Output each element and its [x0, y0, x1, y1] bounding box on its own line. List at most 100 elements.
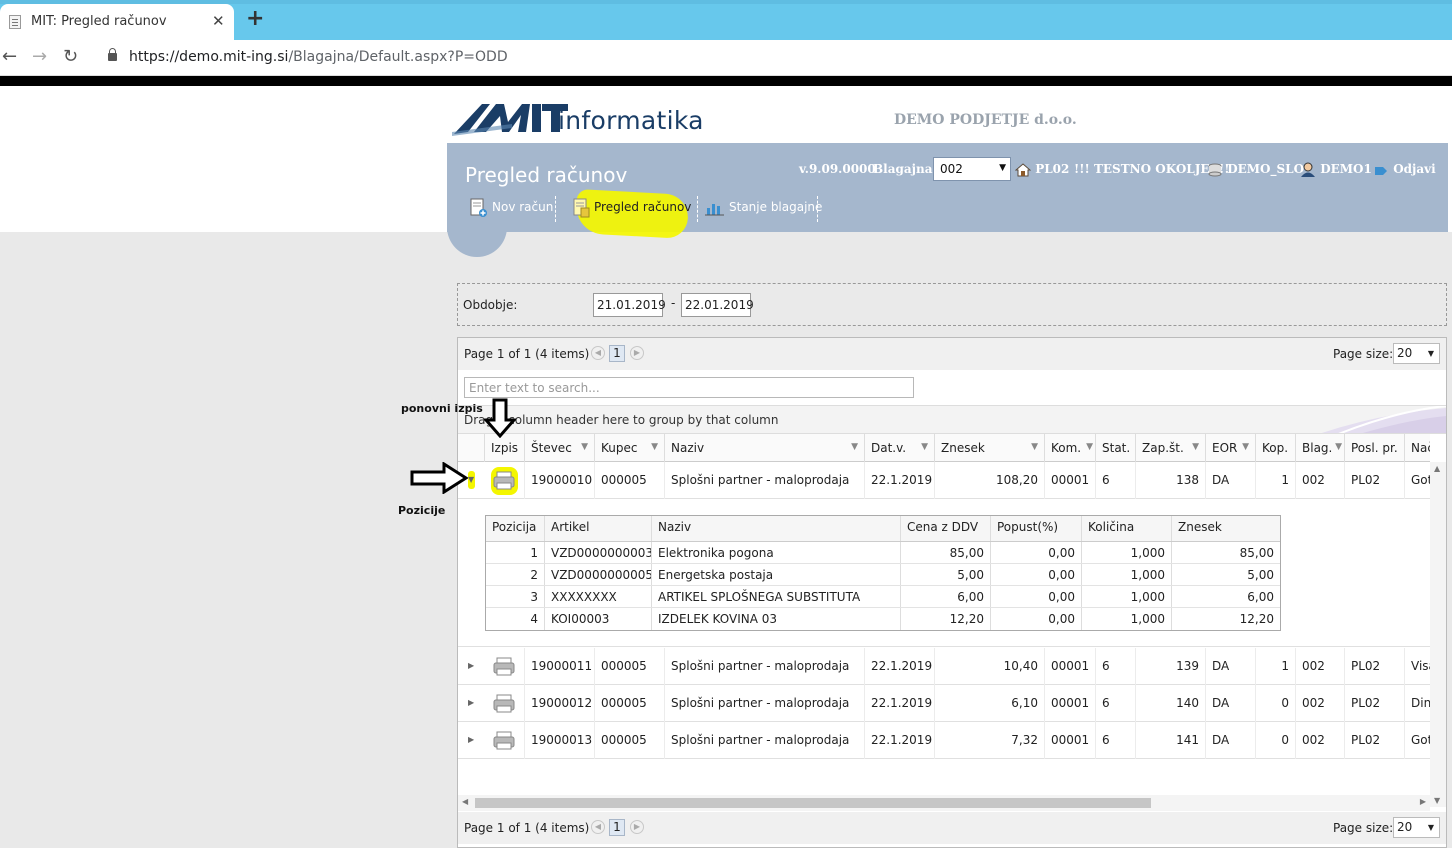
filter-icon[interactable]: ▼ [651, 442, 658, 452]
column-header[interactable]: Posl. pr. [1344, 434, 1404, 462]
subgrid-column-header[interactable]: Naziv [651, 516, 900, 541]
cell-stat: 6 [1095, 722, 1135, 759]
next-page-icon[interactable]: ▶ [630, 820, 644, 834]
forward-arrow-icon[interactable]: → [32, 46, 47, 67]
pager-info: Page 1 of 1 (4 items) [464, 347, 590, 361]
prev-page-icon[interactable]: ◀ [591, 820, 605, 834]
register-select[interactable]: 002 ▼ [933, 157, 1011, 181]
print-icon[interactable] [493, 471, 515, 490]
column-header[interactable]: Kom. ▼ [1044, 434, 1095, 462]
filter-icon[interactable]: ▼ [851, 442, 858, 452]
scroll-right-icon[interactable]: ▶ [1420, 797, 1426, 806]
filter-icon[interactable]: ▼ [1192, 442, 1199, 452]
logout-link[interactable]: Odjavi [1373, 162, 1436, 177]
print-icon[interactable] [493, 657, 515, 676]
browser-tab[interactable]: MIT: Pregled računov ✕ [0, 4, 234, 40]
horizontal-scrollbar[interactable]: ◀ ▶ [458, 795, 1430, 811]
subgrid-column-header[interactable]: Artikel [544, 516, 651, 541]
date-to-input[interactable]: 22.01.2019 [681, 293, 754, 317]
column-header-label: Kupec [601, 441, 638, 455]
column-header[interactable]: Naziv ▼ [664, 434, 864, 462]
logo-text: informatika [558, 106, 704, 135]
scroll-left-icon[interactable]: ◀ [462, 797, 468, 806]
column-header[interactable]: Kupec ▼ [594, 434, 664, 462]
subgrid-row[interactable]: 3 XXXXXXXX ARTIKEL SPLOŠNEGA SUBSTITUTA … [486, 586, 1280, 608]
column-header-label: Zap.št. [1142, 441, 1184, 455]
vertical-scrollbar[interactable]: ▲ ▼ [1430, 462, 1446, 807]
filter-icon[interactable]: ▼ [921, 442, 928, 452]
column-header[interactable]: Števec ▼ [524, 434, 594, 462]
filter-icon[interactable]: ▼ [1335, 442, 1342, 452]
logout-label: Odjavi [1393, 162, 1436, 176]
cell-kupec: 000005 [594, 722, 664, 759]
column-header[interactable]: Nač [1404, 434, 1430, 462]
column-header[interactable]: EOR ▼ [1205, 434, 1255, 462]
print-icon[interactable] [493, 694, 515, 713]
url-field[interactable]: https://demo.mit-ing.si/Blagajna/Default… [129, 49, 508, 65]
search-input[interactable]: Enter text to search... [464, 377, 914, 398]
subgrid-row[interactable]: 2 VZD0000000005 Energetska postaja 5,00 … [486, 564, 1280, 586]
menu-cash-state[interactable]: Stanje blagajne [703, 196, 828, 222]
collapse-row-icon[interactable]: ▼ [468, 475, 474, 484]
cell-kolicina: 1,000 [1081, 542, 1171, 563]
home-link[interactable]: PL02 [1015, 162, 1069, 177]
database-link[interactable]: DEMO_SLO [1207, 162, 1304, 177]
expand-row-icon[interactable]: ▶ [468, 698, 474, 707]
subgrid-row[interactable]: 1 VZD0000000003 Elektronika pogona 85,00… [486, 542, 1280, 564]
filter-icon[interactable]: ▼ [1242, 442, 1249, 452]
filter-panel: Obdobje: 21.01.2019 - 22.01.2019 [457, 283, 1447, 326]
date-from-input[interactable]: 21.01.2019 [593, 293, 666, 317]
subgrid-column-header[interactable]: Cena z DDV [900, 516, 990, 541]
subgrid-header-row: Pozicija Artikel Naziv Cena z DDV Popust… [486, 516, 1280, 542]
column-header[interactable]: Dat.v. ▼ [864, 434, 934, 462]
column-header[interactable]: Blag. ▼ [1295, 434, 1344, 462]
cell-stevec: 19000012 [524, 685, 594, 722]
user-icon [1301, 162, 1315, 177]
column-header[interactable]: Izpis [484, 434, 524, 462]
cell-popust: 0,00 [990, 542, 1081, 563]
table-row[interactable]: ▶ 19000012 000005 Splošni partner - malo… [458, 685, 1430, 722]
expand-row-icon[interactable]: ▶ [468, 735, 474, 744]
menu-new-invoice[interactable]: Nov račun [466, 196, 559, 222]
reload-icon[interactable]: ↻ [63, 46, 78, 67]
filter-icon[interactable]: ▼ [1031, 442, 1038, 452]
cell-eor: DA [1205, 722, 1255, 759]
next-page-icon[interactable]: ▶ [630, 346, 644, 360]
prev-page-icon[interactable]: ◀ [591, 346, 605, 360]
print-icon[interactable] [493, 731, 515, 750]
table-row[interactable]: ▼ 19000010 000005 Splošni partner - malo… [458, 462, 1430, 499]
back-arrow-icon[interactable]: ← [2, 46, 17, 67]
subgrid-column-header[interactable]: Pozicija [486, 516, 544, 541]
header-bubble [447, 220, 507, 257]
subgrid-column-header[interactable]: Znesek [1171, 516, 1280, 541]
filter-icon[interactable]: ▼ [581, 442, 588, 452]
column-header[interactable]: Znesek ▼ [934, 434, 1044, 462]
page-number-button[interactable]: 1 [609, 345, 625, 362]
table-row[interactable]: ▶ 19000011 000005 Splošni partner - malo… [458, 648, 1430, 685]
expand-row-icon[interactable]: ▶ [468, 661, 474, 670]
page-size-select[interactable]: 20 ▼ [1393, 817, 1440, 838]
new-tab-icon[interactable]: + [246, 6, 264, 31]
table-row[interactable]: ▶ 19000013 000005 Splošni partner - malo… [458, 722, 1430, 759]
subgrid-column-header[interactable]: Popust(%) [990, 516, 1081, 541]
cell-blag: 002 [1295, 648, 1344, 685]
page-number-button[interactable]: 1 [609, 819, 625, 836]
cell-popust: 0,00 [990, 564, 1081, 585]
menu-invoice-review[interactable]: Pregled računov [568, 196, 697, 222]
scroll-up-icon[interactable]: ▲ [1434, 464, 1440, 473]
page-size-select[interactable]: 20 ▼ [1393, 343, 1440, 364]
scrollbar-thumb[interactable] [475, 798, 1151, 808]
scroll-down-icon[interactable]: ▼ [1434, 796, 1440, 805]
user-link[interactable]: DEMO1 [1300, 162, 1372, 177]
chevron-down-icon: ▼ [999, 163, 1006, 173]
filter-icon[interactable]: ▼ [1086, 442, 1093, 452]
close-tab-icon[interactable]: ✕ [212, 12, 225, 30]
subgrid-column-header[interactable]: Količina [1081, 516, 1171, 541]
cell-blag: 002 [1295, 685, 1344, 722]
column-header[interactable]: Zap.št. ▼ [1135, 434, 1205, 462]
column-header[interactable]: Stat. [1095, 434, 1135, 462]
user-label: DEMO1 [1320, 162, 1372, 176]
cell-kolicina: 1,000 [1081, 564, 1171, 585]
subgrid-row[interactable]: 4 KOI00003 IZDELEK KOVINA 03 12,20 0,00 … [486, 608, 1280, 630]
column-header[interactable]: Kop. [1255, 434, 1295, 462]
